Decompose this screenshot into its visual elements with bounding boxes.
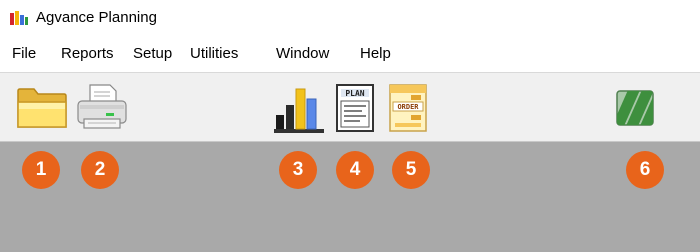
order-button[interactable]: ORDER <box>387 83 429 133</box>
menu-bar: File Reports Setup Utilities Window Help <box>0 36 700 72</box>
callout-badge-1: 1 <box>22 151 60 189</box>
sync-button[interactable] <box>616 90 654 126</box>
window-title: Agvance Planning <box>36 9 157 26</box>
menu-help[interactable]: Help <box>360 45 391 62</box>
menu-setup[interactable]: Setup <box>133 45 172 62</box>
toolbar: PLAN ORDER <box>0 72 700 142</box>
striped-green-icon <box>616 90 654 126</box>
bar-chart-icon <box>274 88 324 133</box>
menu-file[interactable]: File <box>12 45 36 62</box>
open-button[interactable] <box>16 87 68 129</box>
print-button[interactable] <box>74 83 130 133</box>
menu-reports[interactable]: Reports <box>61 45 114 62</box>
order-document-icon: ORDER <box>389 84 427 132</box>
folder-icon <box>17 88 67 128</box>
reports-button[interactable] <box>272 85 326 133</box>
callout-badge-5: 5 <box>392 151 430 189</box>
callout-badge-4: 4 <box>336 151 374 189</box>
bar-chart-app-icon <box>10 11 28 25</box>
callout-badge-6: 6 <box>626 151 664 189</box>
title-bar: Agvance Planning <box>0 0 700 36</box>
plan-document-icon: PLAN <box>336 84 374 132</box>
menu-window[interactable]: Window <box>276 45 329 62</box>
callout-badge-2: 2 <box>81 151 119 189</box>
printer-icon <box>77 84 127 129</box>
plan-icon-label: PLAN <box>345 89 364 98</box>
order-icon-label: ORDER <box>397 103 419 111</box>
menu-utilities[interactable]: Utilities <box>190 45 238 62</box>
callout-badge-3: 3 <box>279 151 317 189</box>
plan-button[interactable]: PLAN <box>334 83 376 133</box>
